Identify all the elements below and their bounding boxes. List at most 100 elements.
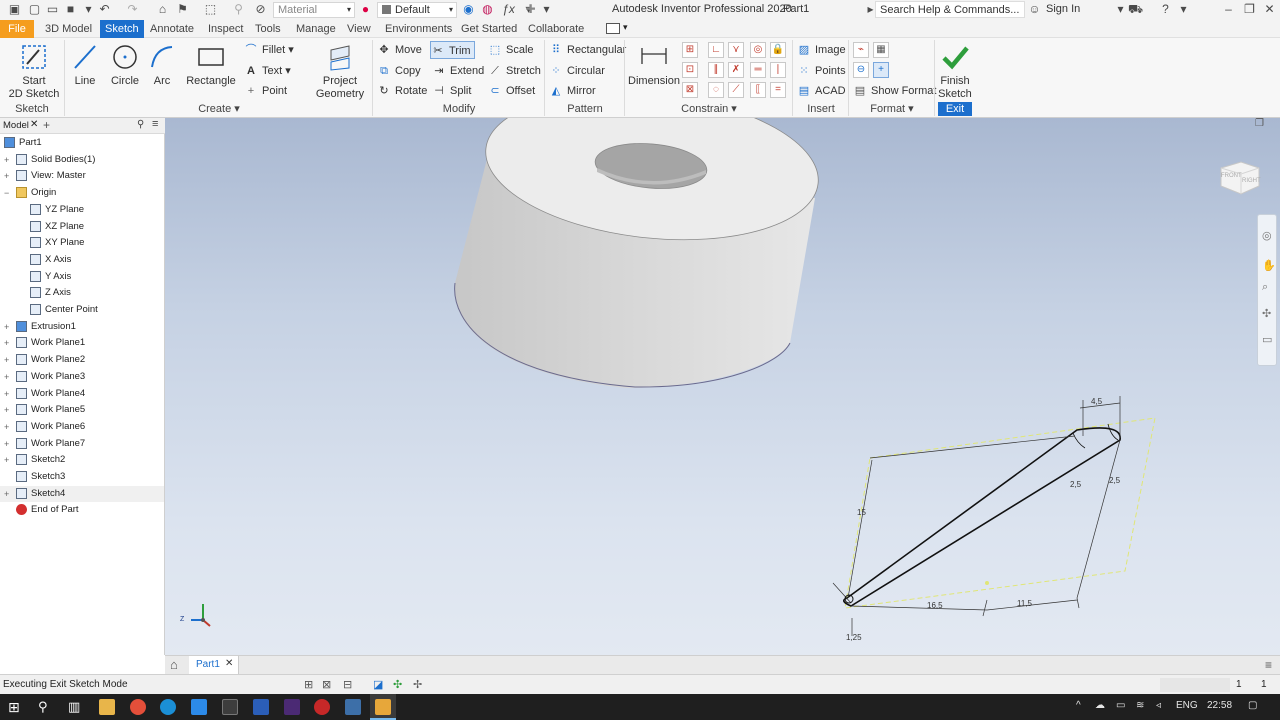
browser-item[interactable]: YZ Plane	[0, 202, 164, 218]
tab-tools[interactable]: Tools	[250, 20, 286, 38]
adjust-icon[interactable]: ◉	[462, 3, 475, 16]
restore-icon[interactable]: ❐	[1243, 3, 1256, 16]
panel-toggle-icon[interactable]	[606, 23, 620, 34]
rectangular-pattern-button[interactable]: ⠿ Rectangular	[549, 41, 626, 59]
tab-environments[interactable]: Environments	[380, 20, 457, 38]
equal-icon[interactable]: =	[770, 82, 786, 98]
start-2d-sketch-button[interactable]: Start 2D Sketch	[8, 42, 60, 101]
view-cube[interactable]: FRONT RIGHT	[1215, 156, 1263, 200]
move-button[interactable]: ✥ Move	[377, 41, 422, 59]
browser-item[interactable]: + Work Plane5	[0, 402, 164, 418]
browser-item[interactable]: + Work Plane4	[0, 386, 164, 402]
acad-button[interactable]: ▤ ACAD	[797, 82, 846, 100]
circular-pattern-button[interactable]: ⁘ Circular	[549, 62, 605, 80]
new-file-icon[interactable]: ▢	[28, 3, 41, 16]
construction-icon[interactable]: ⌁	[853, 42, 869, 58]
graphics-window[interactable]: 4,5 2,5 2,5 15 16,5 11,5 1,25 FRONT RIGH…	[165, 118, 1280, 655]
help-dropdown-icon[interactable]: ▾	[1177, 3, 1190, 16]
tab-view[interactable]: View	[342, 20, 376, 38]
group-label-constrain[interactable]: Constrain ▾	[626, 102, 792, 116]
sketch-slot-profile[interactable]	[843, 423, 1121, 607]
language-indicator[interactable]: ENG	[1176, 700, 1198, 711]
media-player-icon[interactable]	[222, 699, 238, 715]
customize-icon[interactable]: ▾	[540, 3, 553, 16]
search-box[interactable]: Search Help & Commands...	[875, 1, 1025, 18]
mirror-button[interactable]: ◭ Mirror	[549, 82, 596, 100]
measure-icon[interactable]: ⚲	[232, 3, 245, 16]
browser-item[interactable]: + Sketch4	[0, 485, 164, 502]
tab-get-started[interactable]: Get Started	[456, 20, 522, 38]
finish-sketch-button[interactable]: Finish Sketch	[936, 42, 974, 101]
degrees-of-freedom-icon[interactable]: ✢	[413, 678, 422, 691]
sign-in-link[interactable]: Sign In	[1046, 3, 1080, 15]
look-at-icon[interactable]: ▭	[1262, 333, 1272, 346]
constraint-settings-icon[interactable]: ⊠	[682, 82, 698, 98]
line-button[interactable]: Line	[68, 42, 102, 88]
project-geometry-button[interactable]: Project Geometry	[312, 42, 368, 101]
dimension-button[interactable]: Dimension	[628, 42, 680, 88]
split-button[interactable]: ⊣ Split	[432, 82, 471, 100]
tab-inspect[interactable]: Inspect	[203, 20, 248, 38]
circle-button[interactable]: Circle	[106, 42, 144, 88]
coincident-icon[interactable]: ✗	[728, 62, 744, 78]
horizontal-icon[interactable]: ═	[750, 62, 766, 78]
fx-icon[interactable]: ƒx	[502, 3, 515, 16]
show-all-icon[interactable]: ✣	[393, 678, 402, 691]
dimension-2-5-a[interactable]: 2,5	[1070, 480, 1081, 489]
sketch-point[interactable]	[985, 581, 989, 585]
browser-menu-icon[interactable]: ≡	[152, 118, 158, 130]
pan-icon[interactable]: ✋	[1262, 259, 1276, 272]
browser-tab-model[interactable]: Model	[3, 120, 29, 131]
tab-sketch[interactable]: Sketch	[100, 20, 144, 38]
parallel-icon[interactable]: ∥	[708, 62, 724, 78]
browser-item[interactable]: Y Axis	[0, 269, 164, 285]
tab-annotate[interactable]: Annotate	[145, 20, 199, 38]
expand-toggle-icon[interactable]: +	[4, 352, 12, 368]
slice-graphics-icon[interactable]: ◪	[373, 678, 383, 691]
rectangle-button[interactable]: Rectangle	[184, 42, 238, 88]
point-button[interactable]: + Point	[244, 82, 287, 100]
minimize-icon[interactable]: –	[1222, 3, 1235, 16]
browser-item[interactable]: Z Axis	[0, 285, 164, 301]
cloud-icon[interactable]: ☁	[1095, 700, 1105, 711]
premiere-icon[interactable]	[284, 699, 300, 715]
expand-toggle-icon[interactable]: +	[4, 452, 12, 468]
trim-button[interactable]: ✂ Trim	[430, 41, 475, 59]
cart-icon[interactable]: ⛟	[1128, 3, 1143, 16]
expand-toggle-icon[interactable]: +	[4, 419, 12, 435]
browser-item[interactable]: X Axis	[0, 252, 164, 268]
browser-item[interactable]: + Work Plane2	[0, 352, 164, 368]
maximize-viewport-icon[interactable]: ❐	[1255, 118, 1264, 129]
copy-button[interactable]: ⧉ Copy	[377, 62, 421, 80]
stretch-button[interactable]: ⟋ Stretch	[488, 62, 541, 80]
fix-icon[interactable]: 🔒	[770, 42, 786, 58]
add-tab-icon[interactable]: +	[43, 118, 50, 132]
tab-manage[interactable]: Manage	[291, 20, 341, 38]
close-icon[interactable]: ✕	[1263, 3, 1276, 16]
chrome-icon[interactable]	[130, 699, 146, 715]
grid-snap-icon[interactable]: ⊞	[304, 678, 313, 691]
select-icon[interactable]: ⬚	[204, 3, 217, 16]
perpendicular-icon[interactable]: ∟	[708, 42, 724, 58]
expand-toggle-icon[interactable]: +	[4, 168, 12, 184]
save-dropdown-icon[interactable]: ▾	[82, 3, 95, 16]
arc-button[interactable]: Arc	[146, 42, 178, 88]
word-icon[interactable]	[253, 699, 269, 715]
steering-wheel-icon[interactable]: ◎	[1262, 229, 1272, 242]
tab-file[interactable]: File	[0, 20, 34, 38]
home-tab-icon[interactable]: ⌂	[170, 657, 178, 672]
task-view-icon[interactable]: ▥	[68, 699, 80, 715]
clear-icon[interactable]: ◍	[481, 3, 494, 16]
points-button[interactable]: ⁙ Points	[797, 62, 845, 80]
group-label-format[interactable]: Format ▾	[850, 102, 934, 116]
tangent-icon[interactable]: ⋎	[728, 42, 744, 58]
expand-toggle-icon[interactable]: +	[4, 436, 12, 452]
centerline-icon[interactable]: ▦	[873, 42, 889, 58]
center-point-icon[interactable]: ⊖	[853, 62, 869, 78]
extend-button[interactable]: ⇥ Extend	[432, 62, 484, 80]
vertical-icon[interactable]: ∣	[770, 62, 786, 78]
scale-button[interactable]: ⬚ Scale	[488, 41, 534, 59]
home-icon[interactable]: ⌂	[156, 3, 169, 16]
expand-toggle-icon[interactable]: +	[4, 486, 12, 502]
zoom-icon[interactable]: ⌕	[1262, 281, 1268, 294]
